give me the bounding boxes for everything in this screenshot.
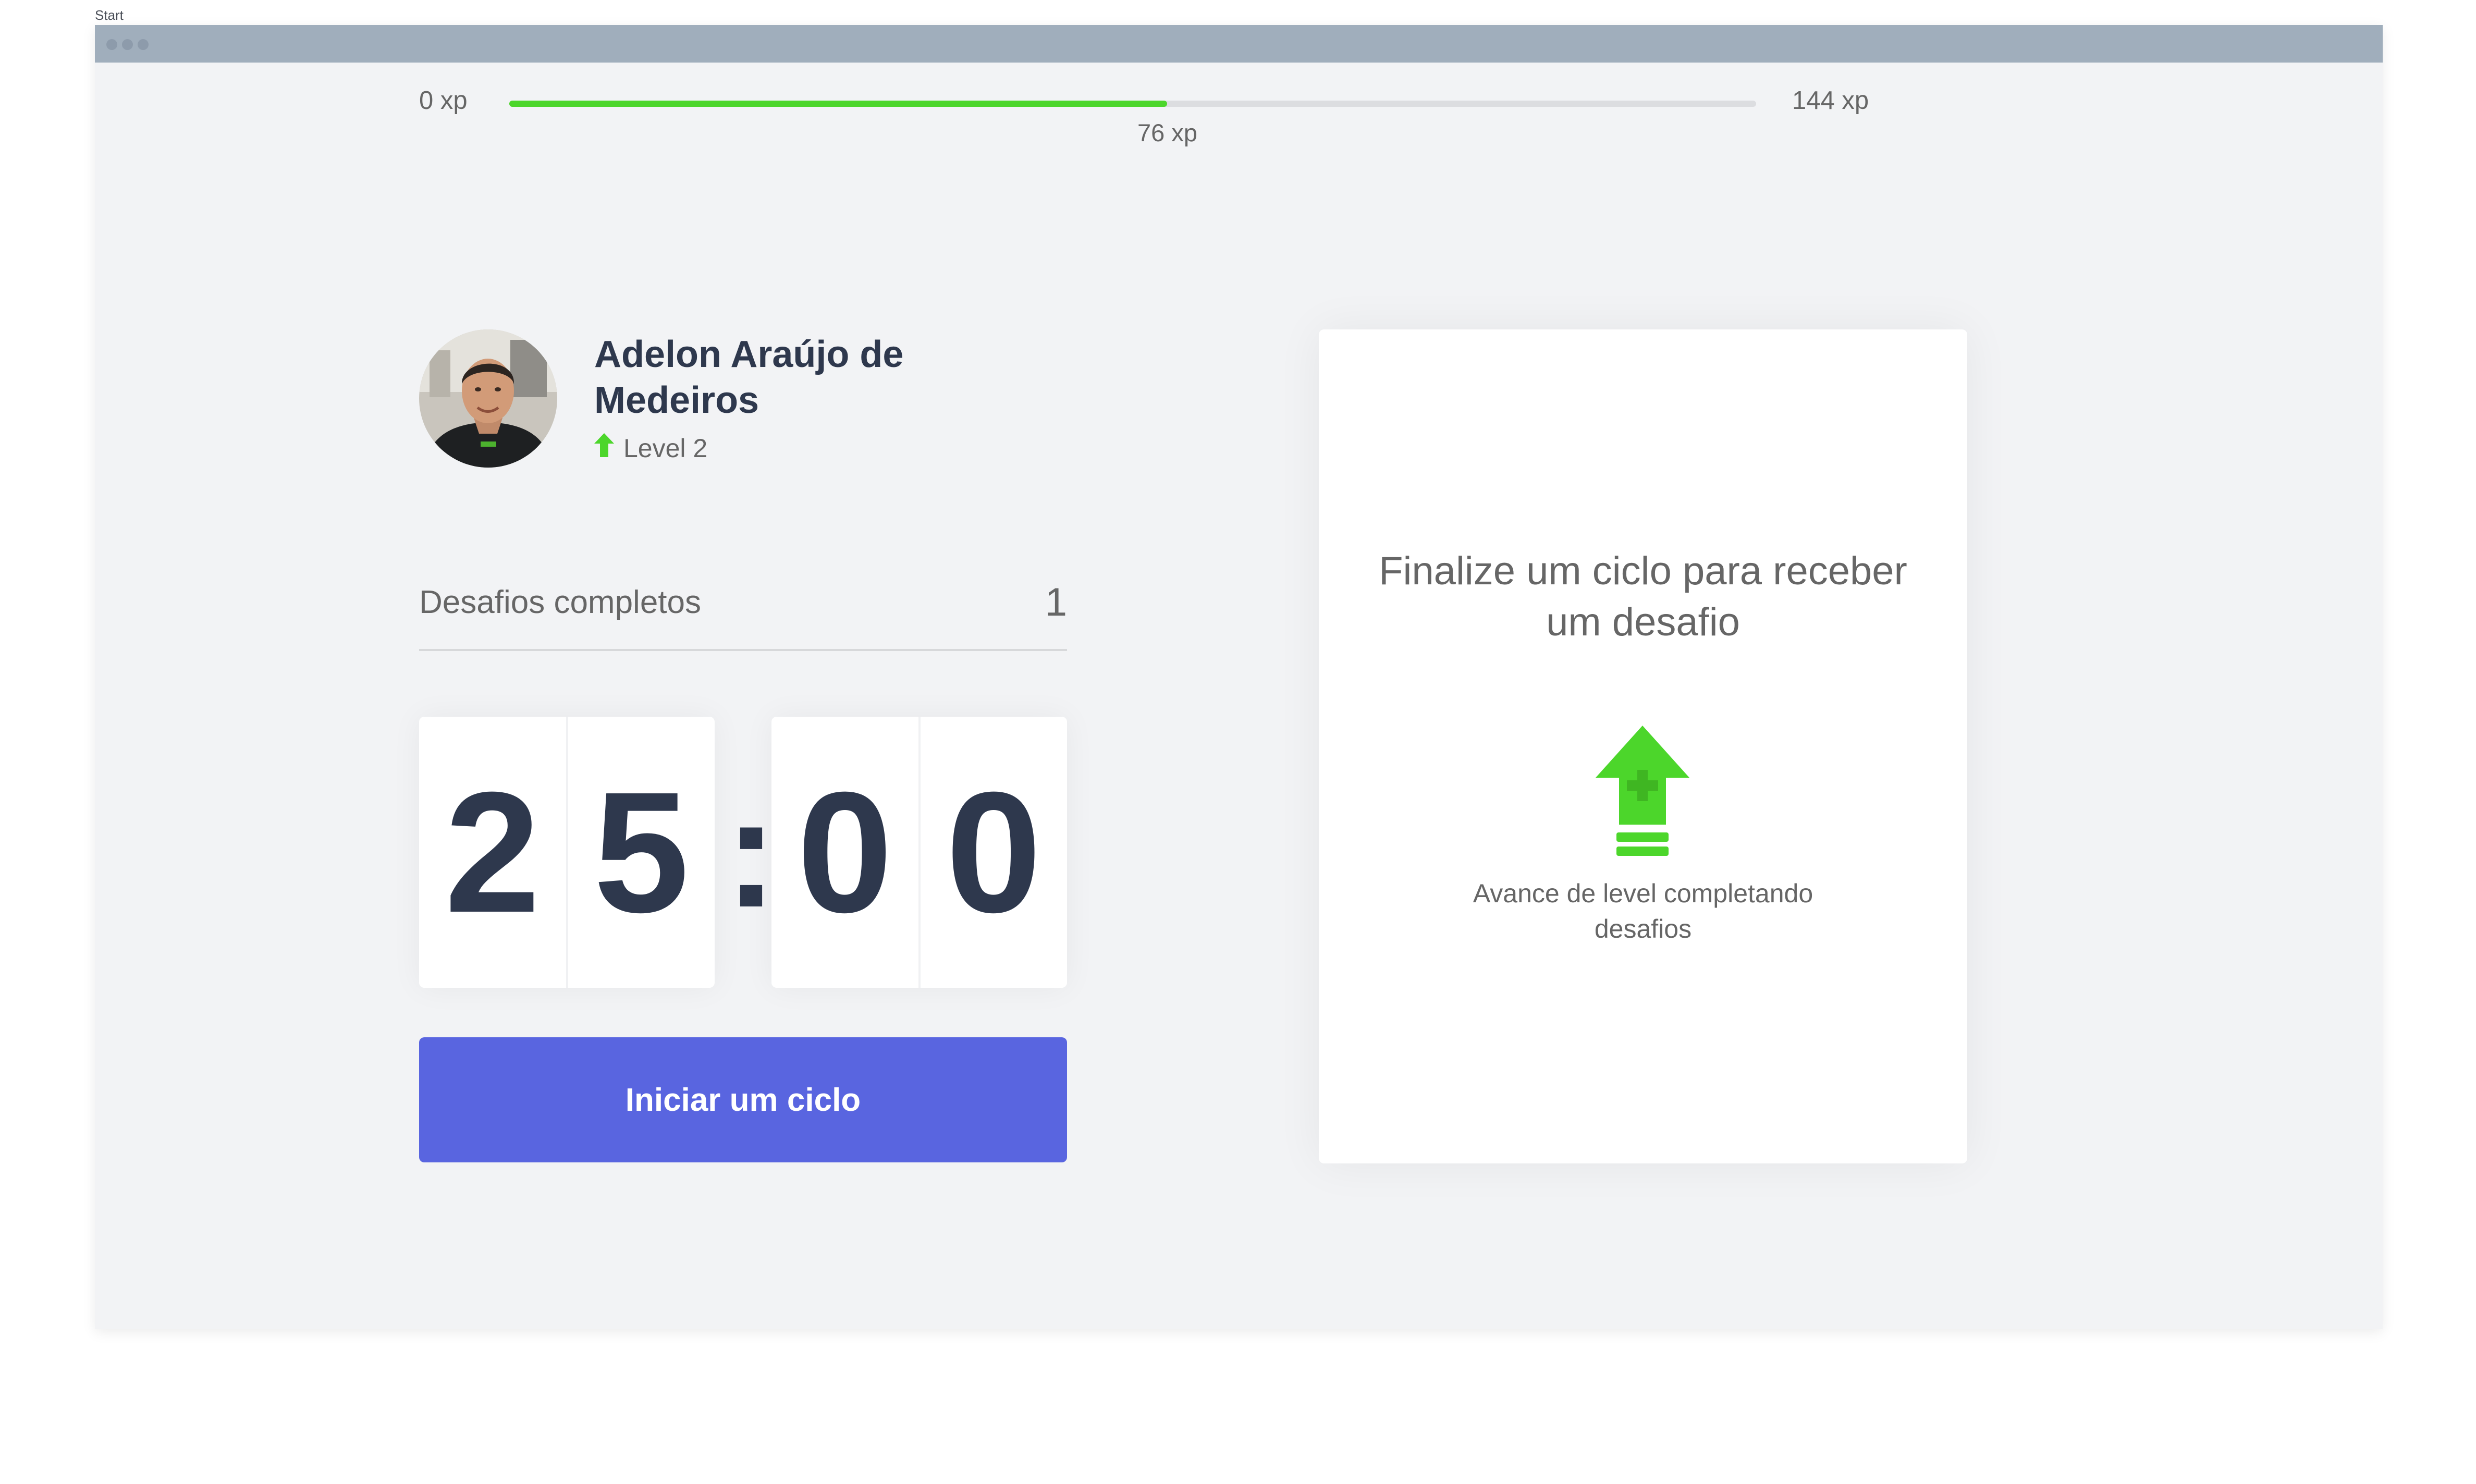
completed-challenges-count: 1: [1045, 580, 1067, 624]
profile-name: Adelon Araújo de Medeiros: [594, 334, 904, 421]
level-up-arrow-icon: [594, 433, 614, 463]
window-dot-icon[interactable]: [122, 39, 133, 50]
completed-challenges-label: Desafios completos: [419, 584, 702, 620]
xp-current-label: 76 xp: [1137, 119, 1197, 146]
level-up-icon: [1590, 726, 1695, 856]
countdown-separator: :: [725, 765, 777, 940]
challenge-card-text: Avance de level completando desafios: [1473, 879, 1813, 943]
xp-min-label: 0 xp: [419, 87, 468, 115]
avatar: [419, 329, 557, 468]
countdown-minutes: 2 5: [419, 717, 715, 988]
window-titlebar: [95, 25, 2383, 63]
countdown-seconds: 0 0: [771, 717, 1067, 988]
level-label: Level 2: [623, 434, 708, 463]
challenge-card-title: Finalize um ciclo para receber um desafi…: [1379, 549, 1907, 644]
xp-progress-bar: [509, 101, 1756, 107]
countdown-digit: 2: [444, 756, 541, 948]
xp-max-label: 144 xp: [1792, 87, 1869, 115]
countdown-digit: 0: [918, 717, 1068, 988]
challenge-card: Finalize um ciclo para receber um desafi…: [1319, 329, 1967, 1163]
window-dot-icon[interactable]: [106, 39, 117, 50]
start-cycle-button[interactable]: Iniciar um ciclo: [419, 1037, 1067, 1162]
window-dot-icon[interactable]: [138, 39, 149, 50]
frame-label: Start: [95, 7, 124, 23]
profile-level: Level 2: [594, 433, 707, 464]
xp-progress-fill: [509, 101, 1168, 107]
countdown-digit: 5: [566, 717, 715, 988]
completed-challenges: Desafios completos 1: [419, 568, 1067, 651]
countdown-digit: 0: [796, 756, 893, 948]
